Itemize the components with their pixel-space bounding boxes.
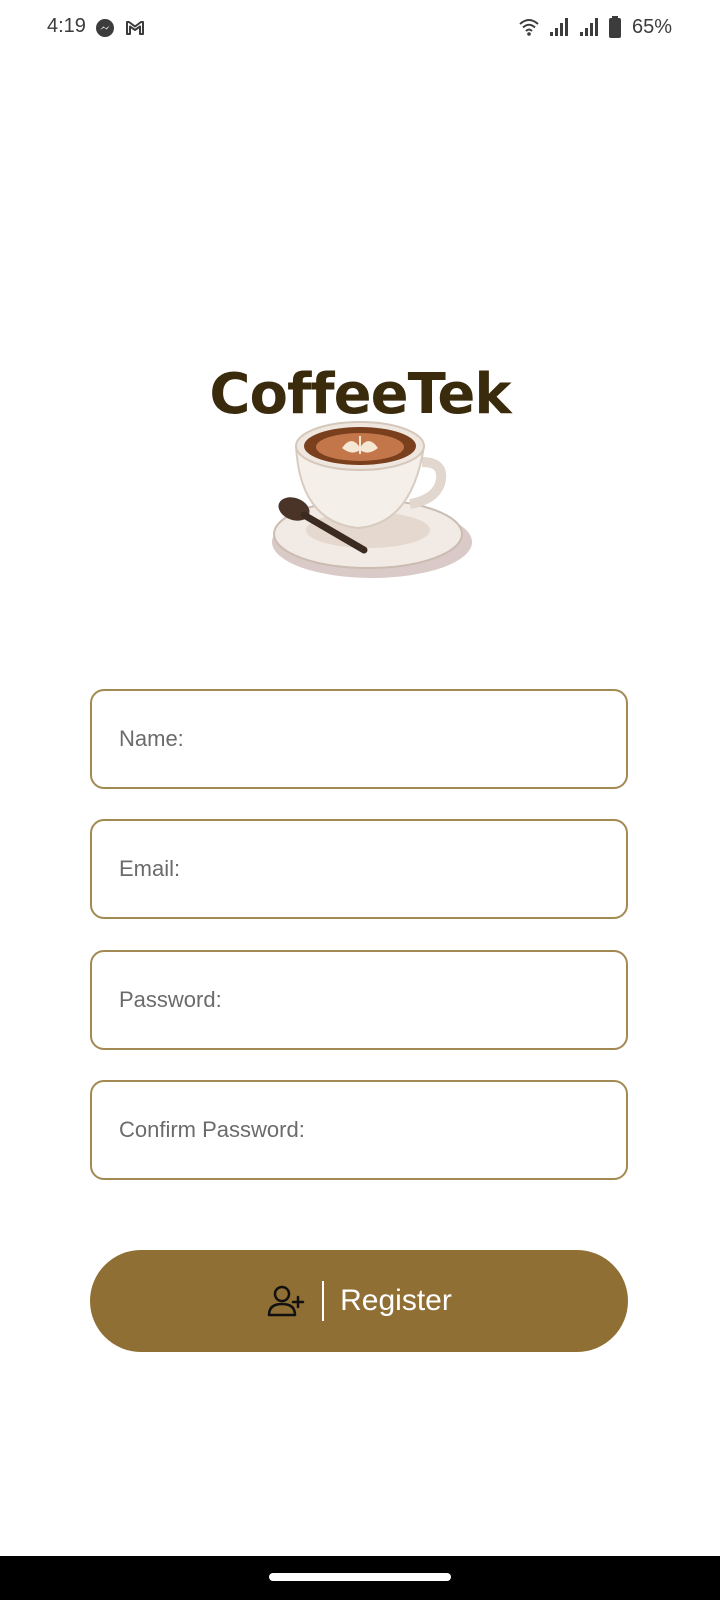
register-button[interactable]: Register [90,1250,628,1352]
password-field[interactable]: Password: [90,950,628,1050]
add-user-icon [267,1285,305,1317]
status-time: 4:19 [47,15,86,37]
app-logo: CoffeeTek [0,360,720,600]
battery-icon [608,16,621,38]
email-field[interactable]: Email: [90,819,628,919]
battery-percent: 65% [631,15,672,38]
button-divider [322,1281,325,1321]
register-button-label: Register [340,1284,452,1317]
signal-icon [579,18,598,36]
wifi-icon [519,19,539,36]
messenger-icon [96,19,114,37]
status-right-group: 65% [518,15,672,39]
confirm-password-placeholder: Confirm Password: [119,1117,305,1142]
home-gesture-handle[interactable] [269,1573,451,1581]
navigation-bar [0,1556,720,1600]
signal-icon [549,18,568,36]
confirm-password-field[interactable]: Confirm Password: [90,1080,628,1180]
gmail-icon [126,21,144,35]
coffee-cup-icon [272,421,472,578]
status-bar: 4:19 65% [0,0,720,56]
password-placeholder: Password: [119,987,222,1012]
name-placeholder: Name: [119,726,184,751]
email-placeholder: Email: [119,856,181,881]
name-field[interactable]: Name: [90,689,628,789]
